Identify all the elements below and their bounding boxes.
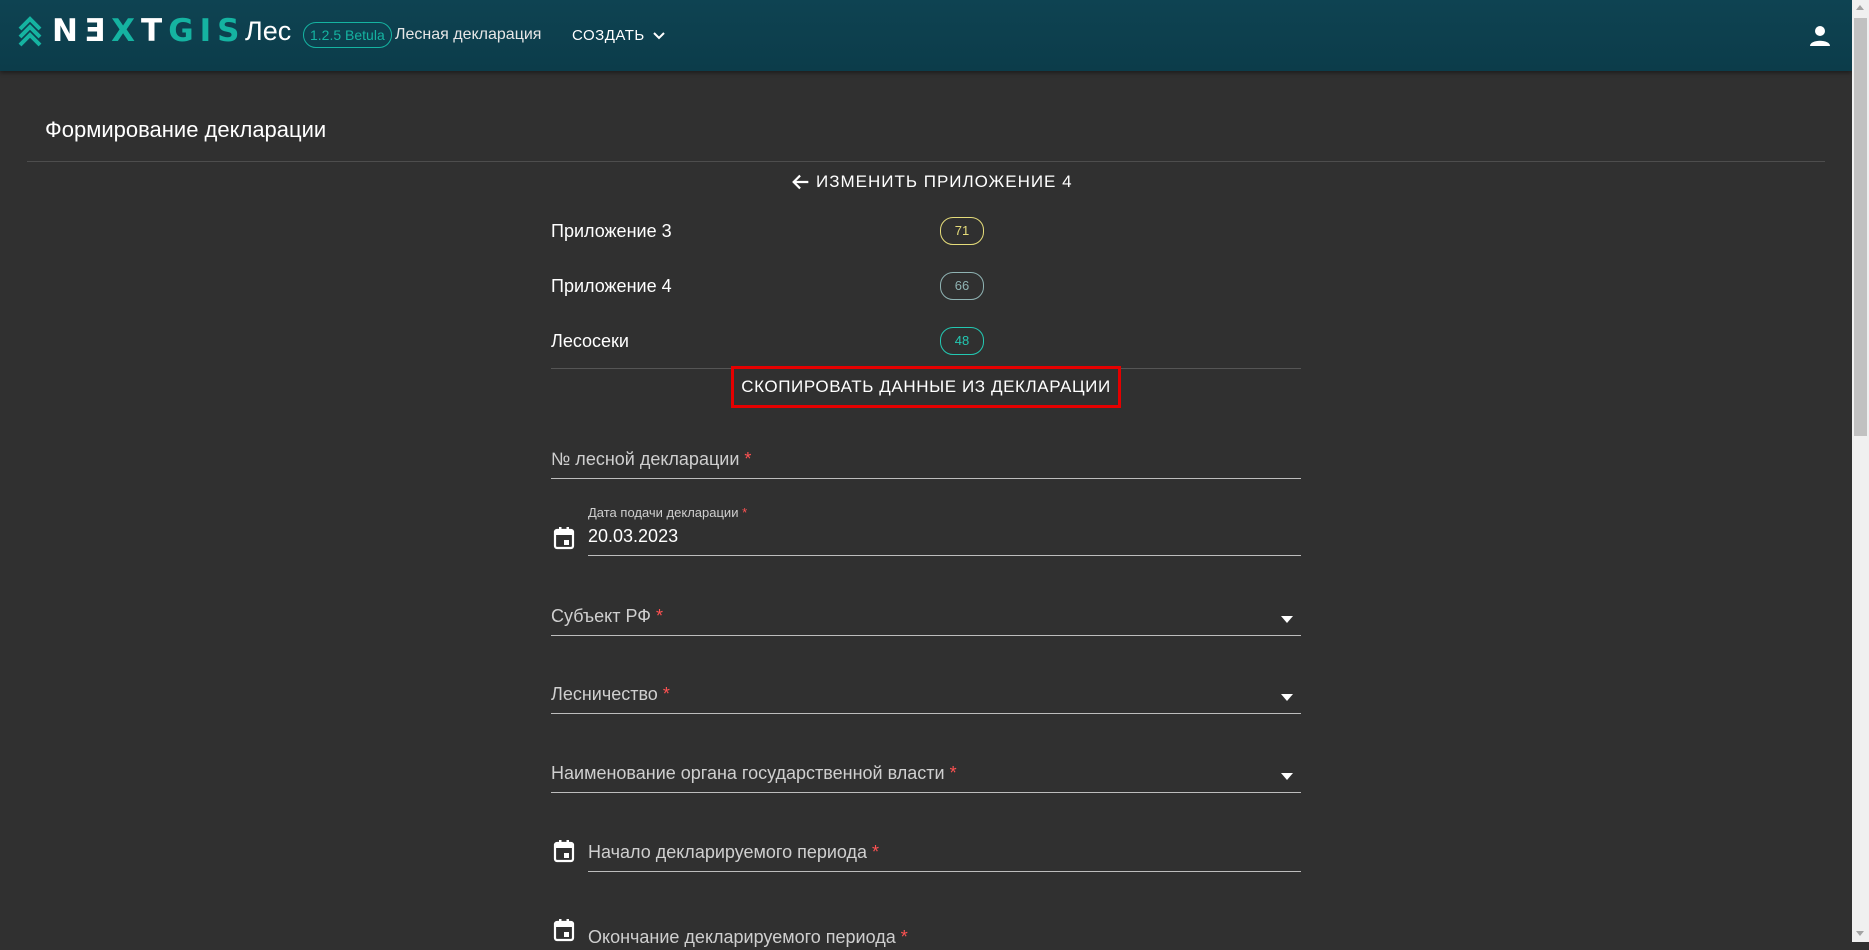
create-menu-label: СОЗДАТЬ bbox=[572, 27, 645, 44]
stat-row-appendix3: Приложение 3 71 bbox=[551, 217, 1301, 247]
field-label: Окончание декларируемого периода * bbox=[588, 927, 908, 947]
count-badge: 66 bbox=[940, 272, 984, 300]
scrollbar-thumb[interactable] bbox=[1854, 18, 1867, 436]
dropdown-arrow-icon bbox=[1281, 773, 1293, 780]
forestry-select[interactable]: Лесничество * bbox=[551, 673, 1301, 714]
declaration-number-field[interactable]: № лесной декларации * bbox=[551, 438, 1301, 479]
calendar-icon[interactable] bbox=[553, 526, 575, 550]
create-menu-button[interactable]: СОЗДАТЬ bbox=[572, 27, 665, 44]
scroll-up-icon[interactable] bbox=[1856, 5, 1864, 10]
period-end-field[interactable]: Окончание декларируемого периода * bbox=[588, 910, 1301, 950]
submission-date-value: 20.03.2023 bbox=[588, 526, 679, 546]
copy-from-declaration-button[interactable]: СКОПИРОВАТЬ ДАННЫЕ ИЗ ДЕКЛАРАЦИИ bbox=[731, 366, 1121, 408]
page-title: Формирование декларации bbox=[45, 117, 327, 142]
nextgis-logo[interactable]: NƎXTGIS bbox=[18, 14, 246, 48]
title-divider bbox=[27, 161, 1825, 162]
calendar-icon[interactable] bbox=[553, 918, 575, 942]
arrow-left-icon bbox=[792, 174, 809, 190]
field-label: Лесничество * bbox=[551, 684, 670, 704]
field-label: Начало декларируемого периода * bbox=[588, 842, 880, 862]
vertical-scrollbar[interactable] bbox=[1852, 0, 1869, 942]
stat-row-appendix4: Приложение 4 66 bbox=[551, 272, 1301, 302]
stat-label: Приложение 3 bbox=[551, 221, 672, 241]
logo-wordmark: NƎXTGIS bbox=[52, 13, 246, 49]
user-account-icon[interactable] bbox=[1808, 24, 1832, 48]
stat-row-cutting-areas: Лесосеки 48 bbox=[551, 327, 1301, 357]
calendar-icon[interactable] bbox=[553, 839, 575, 863]
period-start-field[interactable]: Начало декларируемого периода * bbox=[588, 831, 1301, 872]
back-button-label: ИЗМЕНИТЬ ПРИЛОЖЕНИЕ 4 bbox=[816, 172, 1073, 191]
subject-rf-select[interactable]: Субъект РФ * bbox=[551, 595, 1301, 636]
nextgis-chevrons-icon bbox=[18, 16, 42, 47]
count-badge: 48 bbox=[940, 327, 984, 355]
stat-label: Лесосеки bbox=[551, 331, 629, 351]
app-title: Лес bbox=[245, 16, 292, 46]
top-app-bar: NƎXTGIS Лес 1.2.5 Betula Лесная декларац… bbox=[0, 0, 1852, 71]
back-to-appendix4-button[interactable]: ИЗМЕНИТЬ ПРИЛОЖЕНИЕ 4 bbox=[790, 171, 1073, 193]
submission-date-field[interactable]: Дата подачи декларации * 20.03.2023 bbox=[588, 503, 1301, 556]
dropdown-arrow-icon bbox=[1281, 616, 1293, 623]
scroll-down-icon[interactable] bbox=[1856, 931, 1864, 936]
version-badge: 1.2.5 Betula bbox=[303, 22, 392, 48]
field-label: Наименование органа государственной влас… bbox=[551, 763, 957, 783]
authority-select[interactable]: Наименование органа государственной влас… bbox=[551, 752, 1301, 793]
dropdown-arrow-icon bbox=[1281, 694, 1293, 701]
nav-link-forest-declaration[interactable]: Лесная декларация bbox=[395, 26, 541, 44]
field-label: Дата подачи декларации * bbox=[588, 505, 748, 520]
field-label: Субъект РФ * bbox=[551, 606, 664, 626]
count-badge: 71 bbox=[940, 217, 984, 245]
field-label: № лесной декларации * bbox=[551, 449, 752, 469]
stat-label: Приложение 4 bbox=[551, 276, 672, 296]
chevron-down-icon bbox=[653, 31, 665, 39]
